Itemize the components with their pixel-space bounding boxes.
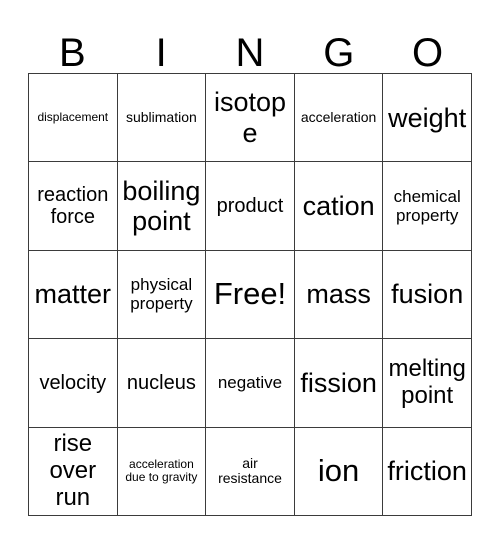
- bingo-cell[interactable]: fusion: [383, 250, 472, 340]
- bingo-cell-label: weight: [388, 102, 467, 133]
- bingo-cell-label: nucleus: [126, 371, 196, 394]
- bingo-cell[interactable]: ion: [294, 427, 384, 516]
- header-letter-i: I: [117, 16, 206, 73]
- bingo-cell[interactable]: boiling point: [117, 162, 207, 251]
- bingo-cell-label: negative: [217, 373, 283, 393]
- bingo-cell-label: cation: [302, 190, 375, 221]
- bingo-cell[interactable]: mass: [294, 250, 384, 340]
- bingo-cell-label: mass: [306, 279, 371, 310]
- bingo-cell-label: product: [216, 194, 284, 217]
- bingo-cell[interactable]: product: [206, 162, 295, 251]
- header-letter-b-text: B: [59, 31, 86, 75]
- bingo-cell-label: fusion: [391, 279, 464, 310]
- bingo-cell-label: reaction force: [37, 183, 109, 229]
- bingo-cell[interactable]: velocity: [29, 339, 118, 428]
- bingo-cell[interactable]: negative: [206, 339, 295, 428]
- bingo-cell-label: velocity: [39, 371, 107, 394]
- header-letter-o: O: [383, 16, 472, 73]
- header-letter-o-text: O: [412, 31, 444, 75]
- bingo-cell[interactable]: sublimation: [117, 74, 207, 163]
- bingo-cell[interactable]: matter: [29, 250, 118, 340]
- bingo-cell[interactable]: reaction force: [29, 162, 118, 251]
- bingo-cell[interactable]: cation: [294, 162, 384, 251]
- bingo-cell-label: acceleration: [300, 108, 377, 125]
- bingo-grid: displacement sublimation isotope acceler…: [28, 73, 472, 516]
- bingo-cell[interactable]: melting point: [383, 339, 472, 428]
- header-letter-b: B: [28, 16, 117, 73]
- bingo-cell-free[interactable]: Free!: [206, 250, 295, 340]
- bingo-cell-label: sublimation: [125, 108, 197, 125]
- bingo-cell-label: isotope: [213, 87, 287, 148]
- bingo-cell-label: physical property: [130, 275, 193, 314]
- bingo-cell-label: displacement: [37, 109, 109, 124]
- bingo-card: B I N G O displacement sublimation isoto…: [0, 0, 500, 544]
- bingo-cell-label: rise over run: [49, 429, 97, 511]
- header-letter-i-text: I: [155, 31, 167, 75]
- bingo-cell[interactable]: rise over run: [29, 427, 118, 516]
- bingo-cell[interactable]: friction: [383, 427, 472, 516]
- bingo-cell[interactable]: acceleration due to gravity: [117, 427, 207, 516]
- bingo-cell[interactable]: displacement: [29, 74, 118, 163]
- bingo-cell-label: ion: [317, 452, 360, 488]
- bingo-cell[interactable]: physical property: [117, 250, 207, 340]
- bingo-cell-label: Free!: [213, 276, 287, 312]
- header-letter-n-text: N: [235, 31, 265, 75]
- bingo-cell[interactable]: air resistance: [206, 427, 295, 516]
- bingo-cell[interactable]: chemical property: [383, 162, 472, 251]
- bingo-cell[interactable]: fission: [294, 339, 384, 428]
- bingo-cell-label: boiling point: [122, 175, 201, 237]
- header-letter-n: N: [206, 16, 295, 73]
- bingo-cell-label: acceleration due to gravity: [125, 456, 198, 485]
- bingo-header: B I N G O: [28, 16, 472, 73]
- bingo-cell[interactable]: acceleration: [294, 74, 384, 163]
- bingo-cell-label: air resistance: [218, 454, 282, 487]
- bingo-cell[interactable]: weight: [383, 74, 472, 163]
- header-letter-g-text: G: [323, 31, 355, 75]
- bingo-cell[interactable]: isotope: [206, 74, 295, 163]
- bingo-cell-label: matter: [34, 279, 112, 310]
- bingo-cell-label: fission: [300, 367, 377, 398]
- bingo-cell-label: friction: [387, 456, 467, 487]
- bingo-cell[interactable]: nucleus: [117, 339, 207, 428]
- header-letter-g: G: [294, 16, 383, 73]
- bingo-cell-label: melting point: [388, 355, 466, 409]
- bingo-cell-label: chemical property: [393, 187, 461, 226]
